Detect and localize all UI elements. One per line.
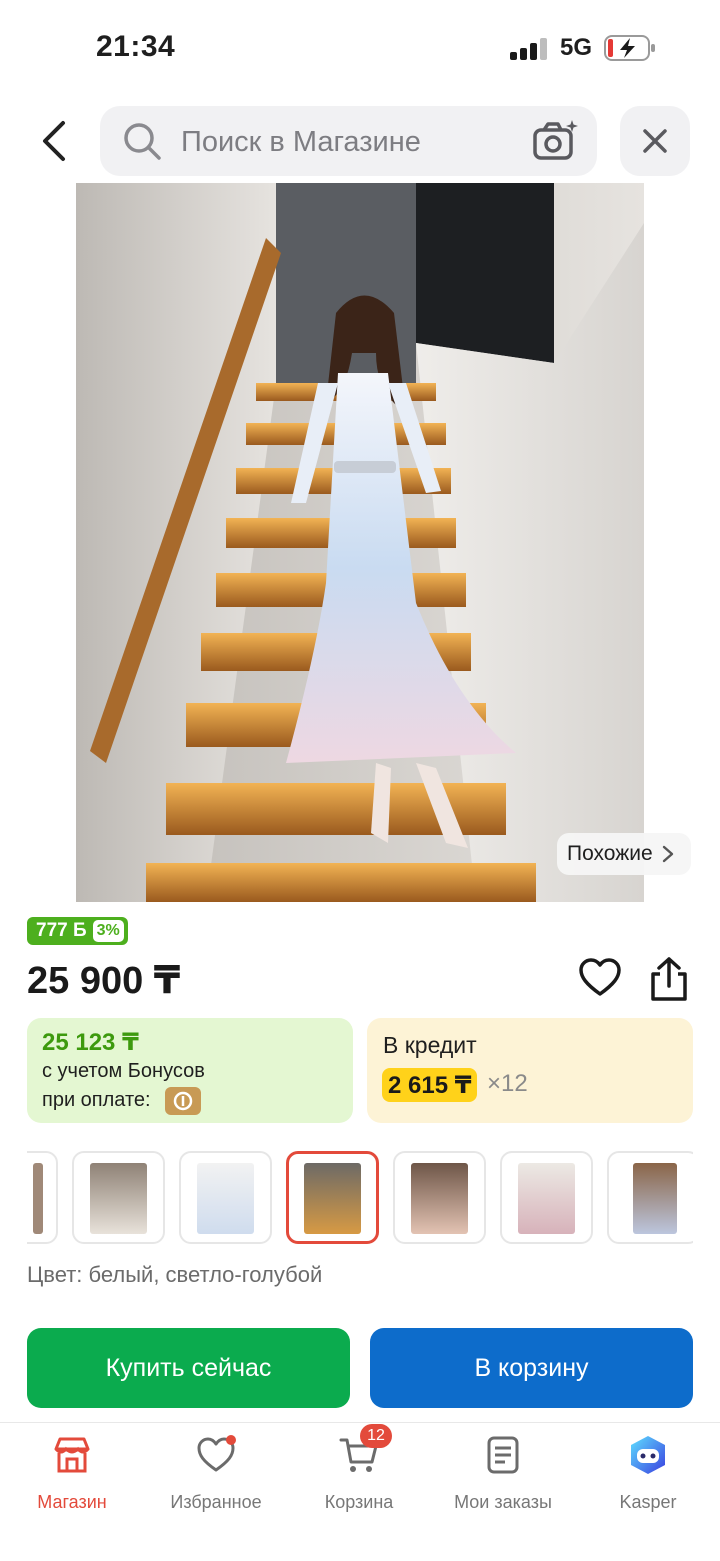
credit-title: В кредит bbox=[383, 1032, 477, 1058]
search-placeholder: Поиск в Магазине bbox=[181, 126, 421, 158]
battery-icon bbox=[604, 35, 655, 61]
product-price: 25 900 ₸ bbox=[27, 960, 181, 1002]
network-type: 5G bbox=[560, 34, 593, 61]
bonus-points: 777 Б bbox=[36, 920, 87, 941]
color-variant-thumb[interactable] bbox=[607, 1151, 693, 1244]
buy-now-button[interactable]: Купить сейчас bbox=[27, 1328, 350, 1408]
status-time: 21:34 bbox=[96, 30, 176, 63]
favorites-notification-dot bbox=[226, 1435, 236, 1445]
tab-label: Избранное bbox=[170, 1492, 262, 1512]
payment-label: при оплате: bbox=[42, 1089, 151, 1111]
status-bar: 21:34 5G bbox=[0, 0, 720, 100]
heart-icon[interactable] bbox=[578, 956, 622, 1000]
tab-label: Мои заказы bbox=[454, 1492, 552, 1512]
bonus-description: с учетом Бонусов bbox=[42, 1060, 205, 1082]
dress-photo bbox=[76, 183, 644, 902]
credit-card-offer[interactable]: В кредит 2 615 ₸ ×12 bbox=[367, 1018, 693, 1123]
bonus-points-tag: 777 Б 3% bbox=[27, 917, 128, 945]
chevron-right-icon bbox=[662, 845, 673, 863]
color-variant-thumb[interactable] bbox=[27, 1151, 58, 1244]
signal-icon bbox=[510, 38, 548, 60]
tab-label: Магазин bbox=[37, 1492, 107, 1512]
kasper-icon bbox=[631, 1436, 665, 1474]
payment-method-icon bbox=[165, 1087, 201, 1115]
orders-icon bbox=[487, 1436, 519, 1474]
color-label: Цвет: белый, светло-голубой bbox=[27, 1262, 323, 1287]
similar-products-button[interactable]: Похожие bbox=[557, 833, 691, 875]
credit-amount: 2 615 ₸ bbox=[382, 1068, 478, 1102]
color-variant-thumb[interactable] bbox=[393, 1151, 486, 1244]
bottom-tab-bar: Магазин Избранное Корзина Мои заказы Kas… bbox=[0, 1422, 720, 1561]
cart-count-badge: 12 bbox=[360, 1424, 392, 1448]
tab-favorites[interactable]: Избранное bbox=[146, 1435, 286, 1515]
product-image[interactable] bbox=[76, 183, 644, 902]
back-button[interactable] bbox=[24, 110, 82, 172]
color-variant-thumb[interactable] bbox=[72, 1151, 165, 1244]
bonus-price-card[interactable]: 25 123 ₸ с учетом Бонусов при оплате: bbox=[27, 1018, 353, 1123]
store-icon bbox=[54, 1437, 90, 1473]
tab-cart[interactable]: Корзина bbox=[289, 1435, 429, 1515]
tab-label: Kasper bbox=[619, 1492, 677, 1512]
color-variant-list bbox=[27, 1151, 693, 1244]
color-variant-thumb[interactable] bbox=[500, 1151, 593, 1244]
similar-label: Похожие bbox=[567, 842, 653, 865]
tab-my-orders[interactable]: Мои заказы bbox=[433, 1435, 573, 1515]
bonus-price: 25 123 ₸ bbox=[42, 1029, 139, 1056]
close-icon bbox=[643, 129, 667, 153]
tab-store[interactable]: Магазин bbox=[2, 1435, 142, 1515]
bonus-percent: 3% bbox=[92, 920, 124, 942]
search-input[interactable]: Поиск в Магазине bbox=[100, 106, 597, 176]
color-variant-thumb[interactable] bbox=[179, 1151, 272, 1244]
credit-months: ×12 bbox=[487, 1070, 528, 1097]
add-to-cart-button[interactable]: В корзину bbox=[370, 1328, 693, 1408]
close-button[interactable] bbox=[620, 106, 690, 176]
tab-label: Корзина bbox=[324, 1492, 394, 1512]
share-icon[interactable] bbox=[646, 956, 692, 1002]
tab-kasper[interactable]: Kasper bbox=[578, 1435, 718, 1515]
search-icon bbox=[124, 123, 161, 160]
camera-search-icon[interactable] bbox=[532, 118, 578, 164]
color-variant-thumb-selected[interactable] bbox=[286, 1151, 379, 1244]
chevron-left-icon bbox=[43, 121, 65, 161]
